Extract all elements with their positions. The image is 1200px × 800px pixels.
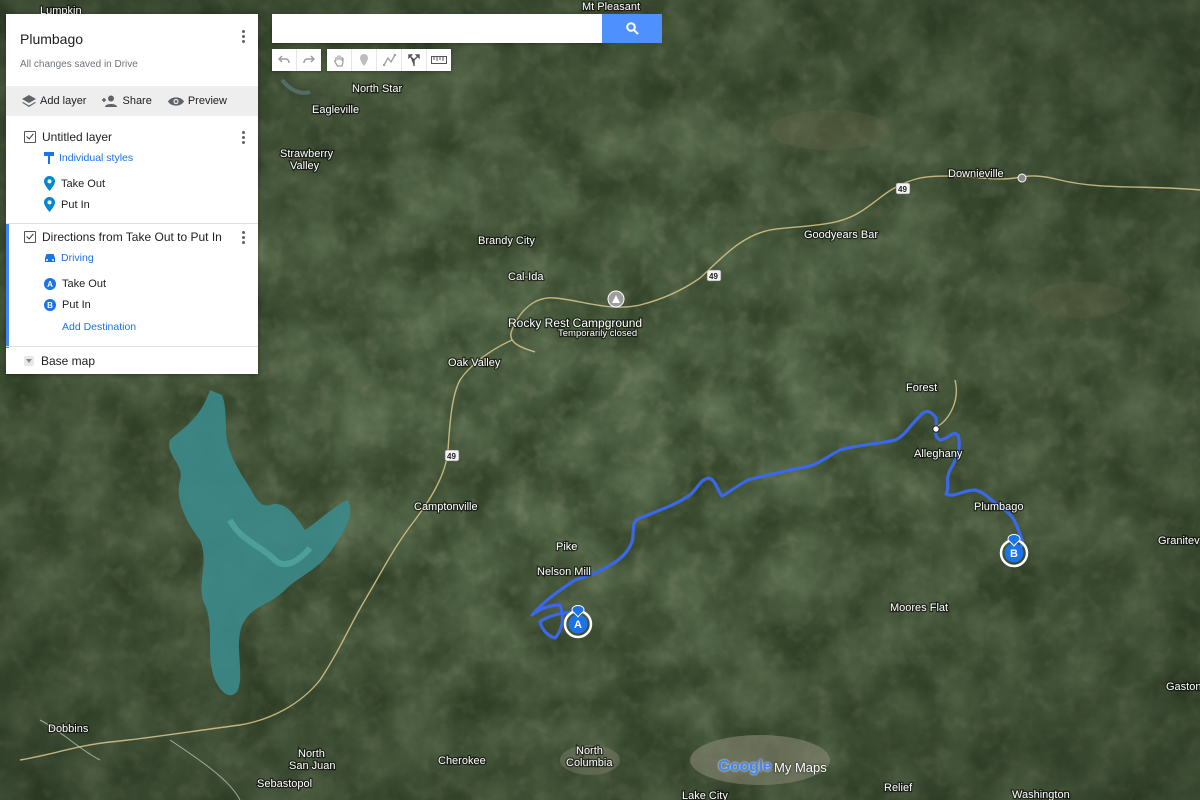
divider <box>6 346 258 347</box>
stop-b-badge: B <box>44 299 56 311</box>
layer-directions: Directions from Take Out to Put In Drivi… <box>6 224 261 348</box>
search-icon <box>625 22 639 35</box>
car-icon <box>45 254 55 262</box>
paint-roller-icon <box>44 152 54 164</box>
add-destination-link[interactable]: Add Destination <box>62 321 136 333</box>
search-input[interactable] <box>272 14 602 43</box>
marker-icon <box>360 54 368 66</box>
highway-49-shield: 49 <box>444 449 460 462</box>
label-cherokee: Cherokee <box>438 755 486 767</box>
undo-button[interactable] <box>272 49 297 71</box>
directions-layer-title[interactable]: Directions from Take Out to Put In <box>42 230 222 244</box>
label-graniteville: Granitev <box>1158 535 1200 547</box>
map-pin-icon <box>44 176 55 191</box>
label-strawberry: Strawberry <box>280 148 334 160</box>
feature-put-in[interactable]: Put In <box>44 197 90 212</box>
label-north-sj: North <box>298 748 325 760</box>
label-plumbago: Plumbago <box>974 501 1024 513</box>
map-toolbar <box>272 49 457 71</box>
svg-text:B: B <box>1010 548 1018 560</box>
label-downieville: Downieville <box>948 168 1004 180</box>
share-button[interactable]: Share <box>102 95 152 107</box>
stop-a-badge: A <box>44 278 56 290</box>
draw-line-button[interactable] <box>377 49 402 71</box>
svg-text:49: 49 <box>447 452 456 461</box>
hand-icon <box>333 55 344 67</box>
layer-visibility-checkbox[interactable] <box>24 231 36 243</box>
label-cal-ida: Cal-Ida <box>508 271 544 283</box>
label-temporarily-closed: Temporarily closed <box>558 328 637 339</box>
base-map-toggle[interactable]: Base map <box>24 354 95 368</box>
layer-title[interactable]: Untitled layer <box>42 130 112 144</box>
measure-button[interactable] <box>427 49 451 71</box>
label-washington: Washington <box>1012 789 1070 800</box>
label-oak-valley: Oak Valley <box>448 357 501 369</box>
add-person-icon <box>102 95 118 107</box>
layers-icon <box>22 95 36 107</box>
label-relief: Relief <box>884 782 913 794</box>
redo-icon <box>303 55 315 64</box>
directions-options-icon[interactable] <box>238 229 248 247</box>
save-status: All changes saved in Drive <box>20 59 138 70</box>
search-button[interactable] <box>602 14 662 43</box>
label-pike: Pike <box>556 541 577 553</box>
label-nelson-mill: Nelson Mill <box>537 566 591 578</box>
map-sidebar-panel: Plumbago All changes saved in Drive Add … <box>6 14 258 374</box>
layer-visibility-checkbox[interactable] <box>24 131 36 143</box>
waypoint-dot <box>932 425 940 433</box>
label-lake-city: Lake City <box>682 790 728 800</box>
add-directions-button[interactable] <box>402 49 427 71</box>
highway-49-shield: 49 <box>895 182 911 195</box>
label-brandy-city: Brandy City <box>478 235 535 247</box>
add-marker-button[interactable] <box>352 49 377 71</box>
label-north-columbia-1: North <box>576 745 603 757</box>
panel-header: Plumbago All changes saved in Drive <box>6 14 258 86</box>
label-goodyears-bar: Goodyears Bar <box>804 229 878 241</box>
individual-styles-link[interactable]: Individual styles <box>44 152 133 164</box>
place-dot <box>1017 173 1027 183</box>
stop-b[interactable]: B Put In <box>44 299 91 311</box>
layer-options-icon[interactable] <box>238 129 248 147</box>
label-north-columbia-2: Columbia <box>566 757 613 769</box>
label-north-star: North Star <box>352 83 402 95</box>
label-moores-flat: Moores Flat <box>890 602 948 614</box>
travel-mode-driving[interactable]: Driving <box>44 252 94 264</box>
campground-icon[interactable] <box>607 290 625 308</box>
my-maps-label: My Maps <box>774 760 827 775</box>
svg-text:49: 49 <box>898 185 907 194</box>
map-options-icon[interactable] <box>238 28 248 46</box>
label-mt-pleasant: Mt Pleasant <box>582 1 640 13</box>
layer-untitled-header[interactable]: Untitled layer <box>24 130 112 144</box>
label-san-juan: San Juan <box>289 760 335 772</box>
map-title[interactable]: Plumbago <box>20 31 83 47</box>
label-eagleville: Eagleville <box>312 104 359 116</box>
feature-take-out[interactable]: Take Out <box>44 176 105 191</box>
eye-icon <box>167 96 184 106</box>
directions-layer-header[interactable]: Directions from Take Out to Put In <box>24 230 222 244</box>
add-layer-button[interactable]: Add layer <box>22 95 86 107</box>
preview-button[interactable]: Preview <box>167 95 227 107</box>
google-logo: Google <box>718 758 772 775</box>
directions-icon <box>408 54 420 66</box>
label-gaston: Gaston <box>1166 681 1200 693</box>
label-dobbins: Dobbins <box>48 723 89 735</box>
pan-hand-button[interactable] <box>327 49 352 71</box>
highway-49-shield: 49 <box>706 269 722 282</box>
label-valley: Valley <box>290 160 320 172</box>
stop-a[interactable]: A Take Out <box>44 278 106 290</box>
label-camptonville: Camptonville <box>414 501 478 513</box>
svg-text:49: 49 <box>709 272 718 281</box>
label-forest: Forest <box>906 382 937 394</box>
map-pin-icon <box>44 197 55 212</box>
label-alleghany: Alleghany <box>914 448 963 460</box>
ruler-icon <box>431 56 447 64</box>
draw-line-icon <box>382 54 396 66</box>
chevron-down-icon[interactable] <box>24 356 34 366</box>
redo-button[interactable] <box>297 49 321 71</box>
undo-icon <box>278 55 290 64</box>
svg-text:A: A <box>574 619 582 631</box>
panel-toolbar: Add layer Share Preview <box>6 86 258 116</box>
label-sebastopol: Sebastopol <box>257 778 312 790</box>
